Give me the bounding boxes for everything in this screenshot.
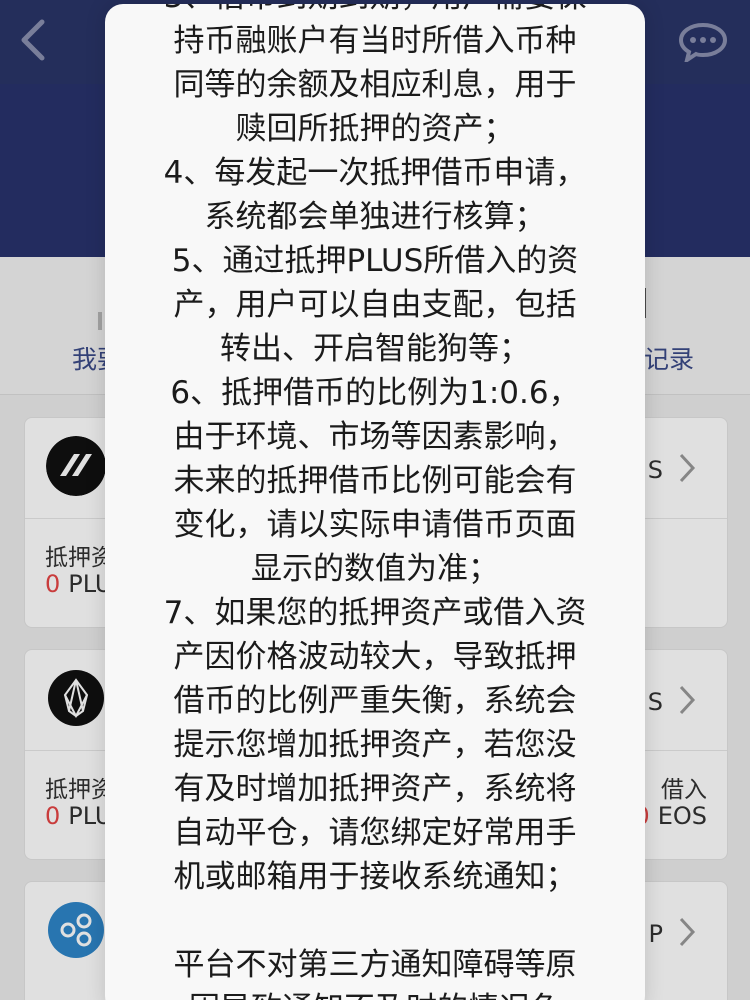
terms-line: 同等的余额及相应利息，用于 — [173, 67, 577, 103]
terms-line: 6、抵押借币的比例为1:0.6， — [170, 375, 580, 411]
terms-line: 产，用户可以自由支配，包括 — [173, 287, 577, 323]
terms-line: 5、通过抵押PLUS所借入的资 — [171, 243, 579, 279]
terms-line: 7、如果您的抵押资产或借入资 — [163, 595, 587, 631]
terms-line: 由于环境、市场等因素影响， — [173, 419, 577, 455]
terms-line: 自动平仓，请您绑定好常用手 — [173, 815, 577, 851]
terms-line: 未来的抵押借币比例可能会有 — [173, 463, 577, 499]
terms-modal: 3、借币到期到期，用户需要保持币融账户有当时所借入币种同等的余额及相应利息，用于… — [105, 4, 645, 1000]
terms-line: 变化，请以实际申请借币页面 — [173, 507, 577, 543]
terms-line: 因导致通知不及时的情况负 — [105, 987, 645, 1000]
terms-line: 显示的数值为准； — [251, 551, 499, 587]
terms-line: 4、每发起一次抵押借币申请， — [163, 155, 587, 191]
terms-gap — [105, 899, 645, 943]
terms-line: 提示您增加抵押资产，若您没 — [173, 727, 577, 763]
terms-line: 借币的比例严重失衡，系统会 — [173, 683, 577, 719]
terms-line: 系统都会单独进行核算； — [204, 199, 546, 235]
terms-line: 持币融账户有当时所借入币种 — [173, 23, 577, 59]
terms-text: 3、借币到期到期，用户需要保持币融账户有当时所借入币种同等的余额及相应利息，用于… — [105, 4, 645, 1000]
terms-line: 产因价格波动较大，导致抵押 — [173, 639, 577, 675]
terms-line: 3、借币到期到期，用户需要保 — [105, 4, 645, 19]
terms-line: 平台不对第三方通知障碍等原 — [173, 947, 577, 983]
terms-line: 转出、开启智能狗等； — [220, 331, 530, 367]
terms-line: 机或邮箱用于接收系统通知； — [173, 859, 577, 895]
terms-line: 赎回所抵押的资产； — [235, 111, 515, 147]
terms-line: 有及时增加抵押资产，系统将 — [173, 771, 577, 807]
